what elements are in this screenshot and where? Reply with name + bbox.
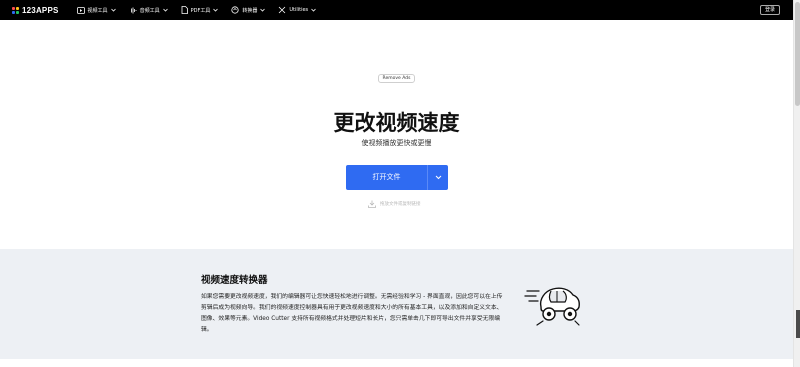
section-description: 如果您需要更改视频速度，我们的编辑器可让您快速轻松地进行调整。无需经验和学习 -… — [201, 294, 503, 333]
drop-hint: 拖放文件或复制链接 — [368, 200, 421, 208]
open-file-button-group: 打开文件 — [346, 165, 448, 190]
page-subtitle: 使视频播放更快或更慢 — [361, 139, 432, 147]
nav-audio-tools[interactable]: 音频工具 — [129, 7, 168, 14]
chevron-down-icon — [162, 8, 168, 12]
drop-hint-text: 拖放文件或复制链接 — [380, 202, 421, 207]
page-bottom — [0, 359, 793, 367]
logo-text: 123APPS — [22, 5, 59, 15]
scrollbar-thumb[interactable] — [795, 2, 800, 106]
remove-ads-button[interactable]: Remove Ads — [378, 74, 415, 83]
open-options-dropdown[interactable] — [428, 165, 448, 190]
login-button[interactable]: 登录 — [759, 5, 780, 15]
nav-video-tools[interactable]: 视频工具 — [76, 6, 116, 14]
page-title: 更改视频速度 — [333, 111, 460, 135]
chevron-down-icon — [311, 8, 316, 12]
side-widget-tab[interactable] — [796, 310, 800, 338]
logo-icon — [12, 6, 19, 14]
speed-car-illustration — [524, 287, 580, 326]
chevron-down-icon — [260, 8, 266, 12]
logo[interactable]: 123APPS — [12, 6, 59, 15]
chevron-down-icon — [110, 8, 116, 12]
convert-icon — [231, 6, 239, 14]
open-file-button[interactable]: 打开文件 — [346, 165, 427, 190]
section-title: 视频速度转换器 — [201, 275, 268, 286]
nav-video-tools-label: 视频工具 — [87, 7, 108, 14]
download-icon — [368, 200, 376, 208]
main-nav: 视频工具 音频工具 PDF工具 转换器 Utilities — [76, 6, 330, 14]
nav-pdf-tools[interactable]: PDF工具 — [181, 6, 219, 14]
nav-utilities[interactable]: Utilities — [278, 6, 316, 14]
chevron-down-icon — [435, 175, 441, 180]
info-section: 视频速度转换器 如果您需要更改视频速度，我们的编辑器可让您快速轻松地进行调整。无… — [0, 249, 793, 359]
nav-pdf-tools-label: PDF工具 — [190, 7, 211, 14]
nav-utilities-label: Utilities — [289, 7, 309, 13]
nav-converters[interactable]: 转换器 — [231, 6, 266, 14]
nav-audio-tools-label: 音频工具 — [139, 7, 160, 14]
audio-wave-icon — [130, 7, 136, 13]
nav-converters-label: 转换器 — [242, 7, 258, 14]
chevron-down-icon — [213, 8, 219, 12]
video-icon — [76, 6, 85, 14]
pdf-file-icon — [181, 6, 188, 14]
tools-icon — [279, 6, 286, 14]
top-navigation-bar: 123APPS 视频工具 音频工具 PDF工具 转换器 Utilities 登录 — [0, 0, 793, 20]
